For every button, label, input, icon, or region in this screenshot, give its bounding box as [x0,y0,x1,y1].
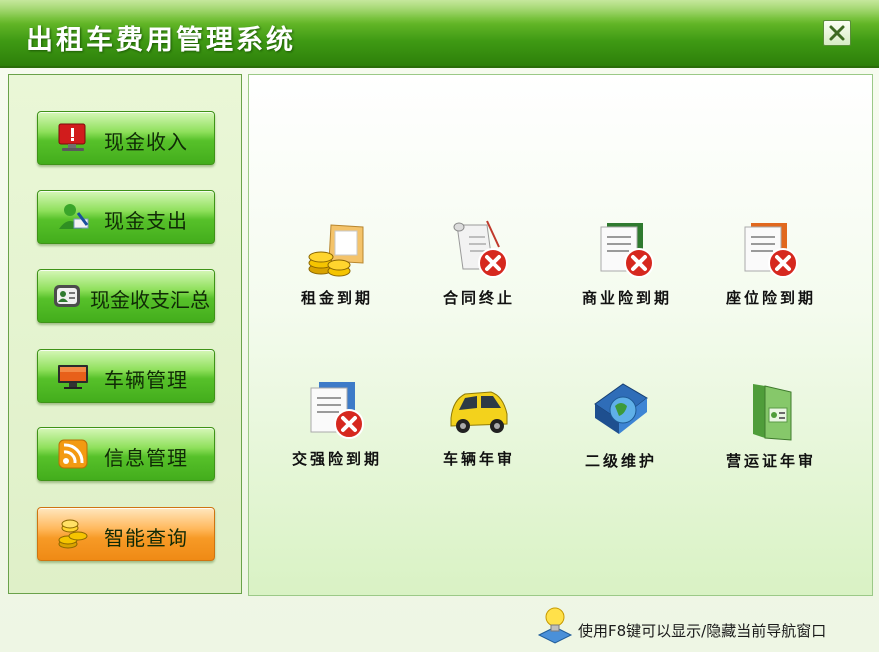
tile-label: 租金到期 [300,289,373,307]
title-bar: 出租车费用管理系统 [0,0,879,68]
nav-button-cash-expense[interactable]: 现金支出 [37,190,215,244]
main-panel: 租金到期 合同终止 商业险到期 座位险到期 交强险到期 车辆年审 二级维护 营运… [248,74,873,596]
document-cancel-icon [310,382,364,439]
nav-label: 现金收支汇总 [90,288,210,312]
tile-label: 营运证年审 [725,452,816,470]
tile-commercial-insurance-due[interactable]: 商业险到期 [562,217,692,327]
nav-label: 智能查询 [104,526,188,550]
tile-secondary-maintenance[interactable]: 二级维护 [556,378,686,488]
nav-label: 信息管理 [104,446,188,470]
tile-operation-permit-inspection[interactable]: 营运证年审 [706,378,836,488]
tile-label: 座位险到期 [725,289,816,307]
tile-compulsory-insurance-due[interactable]: 交强险到期 [272,378,402,488]
tile-label: 交强险到期 [291,450,382,468]
tile-seat-insurance-due[interactable]: 座位险到期 [706,217,836,327]
close-icon [829,25,845,41]
tile-label: 合同终止 [442,289,515,307]
tile-label: 商业险到期 [581,289,672,307]
rss-icon [58,439,88,469]
globe-book-icon [594,383,648,434]
user-pen-icon [59,204,89,229]
nav-button-cash-summary[interactable]: 现金收支汇总 [37,269,215,323]
tile-label: 二级维护 [584,452,657,470]
f8-hint-text: 使用F8键可以显示/隐藏当前导航窗口 [578,622,827,640]
nav-button-smart-query[interactable]: 智能查询 [37,507,215,561]
tile-label: 车辆年审 [442,450,515,468]
monitor-alert-icon [58,123,86,151]
nav-button-vehicle-management[interactable]: 车辆管理 [37,349,215,403]
nav-label: 现金收入 [104,130,188,154]
navigation-sidebar: 现金收入 现金支出 现金收支汇总 车辆管理 信息管理 智能查询 [8,74,242,594]
green-folder-icon [753,384,792,441]
window-title: 出租车费用管理系统 [26,25,296,56]
nav-label: 现金支出 [104,209,188,233]
document-cancel-icon [600,223,654,278]
scroll-cancel-icon [453,220,508,278]
tile-vehicle-inspection[interactable]: 车辆年审 [414,378,544,488]
nav-button-cash-income[interactable]: 现金收入 [37,111,215,165]
coins-folder-icon [308,224,364,277]
coins-icon [58,519,88,549]
yellow-car-icon [450,391,508,433]
lightbulb-icon [537,607,573,644]
nav-button-info-management[interactable]: 信息管理 [37,427,215,481]
tile-contract-terminated[interactable]: 合同终止 [414,217,544,327]
contact-card-icon [54,285,80,307]
close-button[interactable] [823,20,851,46]
document-cancel-icon [744,223,798,278]
monitor-icon [58,365,88,389]
tile-rent-due[interactable]: 租金到期 [272,217,402,327]
nav-label: 车辆管理 [104,368,188,392]
